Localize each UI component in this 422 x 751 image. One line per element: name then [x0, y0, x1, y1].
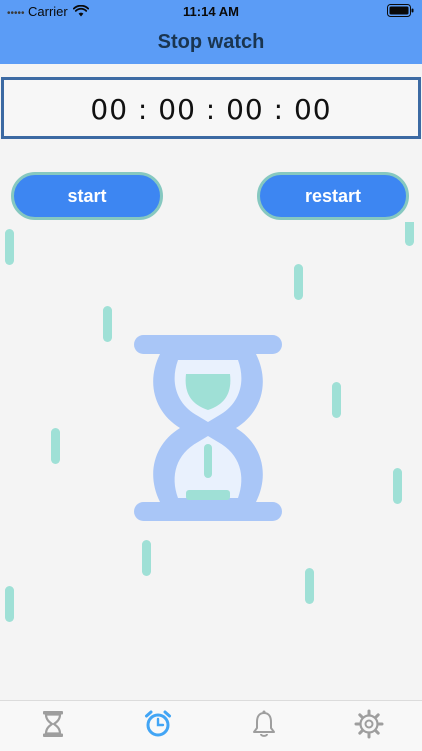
battery-icon	[387, 4, 414, 17]
rain-drop	[5, 586, 14, 622]
hourglass-illustration	[5, 222, 414, 622]
rain-drop	[142, 540, 151, 576]
tab-bar	[0, 700, 422, 751]
hourglass-icon	[134, 335, 282, 521]
rain-drop	[51, 428, 60, 464]
stopwatch-display-box: 00 : 00 : 00 : 00	[1, 77, 421, 139]
rain-drop	[103, 306, 112, 342]
navigation-bar: ••••• Carrier 11:14 AM Stop watch	[0, 0, 422, 64]
alarm-clock-icon[interactable]	[143, 709, 173, 739]
rain-drop	[393, 468, 402, 504]
status-bar: ••••• Carrier 11:14 AM	[0, 0, 422, 22]
rain-drop	[305, 568, 314, 604]
restart-button[interactable]: restart	[257, 172, 409, 220]
gear-icon[interactable]	[354, 709, 384, 739]
status-time: 11:14 AM	[183, 4, 239, 19]
hourglass-icon[interactable]	[38, 709, 68, 739]
start-button[interactable]: start	[11, 172, 163, 220]
rain-drop	[294, 264, 303, 300]
page-title: Stop watch	[157, 31, 265, 53]
rain-drop	[332, 382, 341, 418]
bell-icon[interactable]	[249, 709, 279, 739]
stopwatch-time-display: 00 : 00 : 00 : 00	[90, 93, 332, 126]
rain-drop	[5, 229, 14, 265]
rain-drop	[405, 222, 414, 246]
